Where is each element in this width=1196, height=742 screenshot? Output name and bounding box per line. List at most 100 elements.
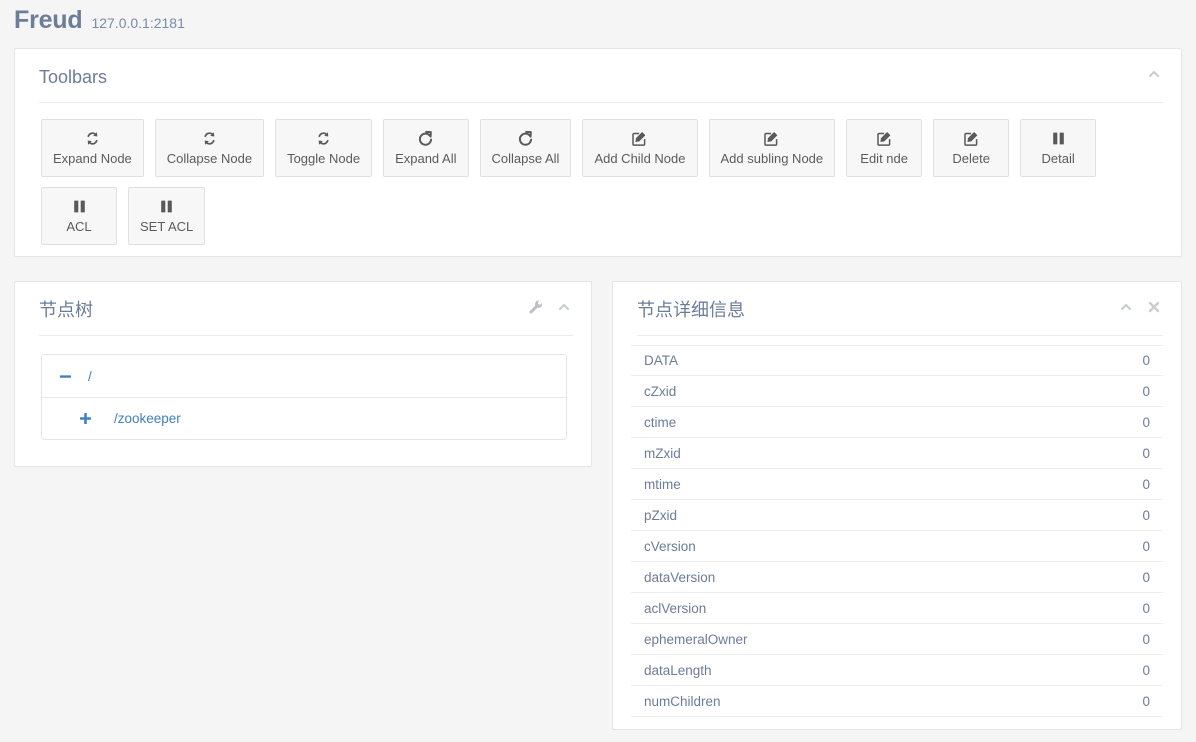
toolbar-button-label: Collapse Node (167, 152, 252, 166)
sync-icon (84, 130, 101, 147)
toolbars-panel-title: Toolbars (39, 65, 1163, 89)
detail-value: 0 (1142, 601, 1150, 616)
tree-node-label: /zookeeper (114, 411, 181, 426)
node-tree-panel-divider (39, 335, 573, 336)
detail-value: 0 (1142, 694, 1150, 709)
toolbar-button-collapse-node[interactable]: Collapse Node (155, 119, 264, 177)
detail-key: pZxid (644, 508, 677, 523)
server-address: 127.0.0.1:2181 (91, 15, 184, 31)
node-tree-panel-header: 节点树 (15, 282, 591, 336)
table-row: pZxid 0 (631, 500, 1163, 531)
toolbar-button-delete[interactable]: Delete (933, 119, 1009, 177)
node-tree-panel-tools (529, 300, 571, 314)
detail-key: mtime (644, 477, 681, 492)
detail-key: cVersion (644, 539, 696, 554)
node-detail-panel-divider (637, 335, 1163, 336)
redo-icon (517, 130, 534, 147)
table-row: cZxid0 (631, 376, 1163, 407)
sync-icon (201, 130, 218, 147)
table-row: aclVersion 0 (631, 593, 1163, 624)
toolbars-panel-header: Toolbars (15, 49, 1181, 103)
detail-key: DATA (644, 353, 678, 368)
node-detail-panel-header: 节点详细信息 (613, 282, 1181, 336)
toolbar-button-label: Detail (1042, 152, 1075, 166)
detail-value: 0 (1142, 384, 1150, 399)
toolbar-button-label: Collapse All (492, 152, 560, 166)
chevron-up-icon[interactable] (557, 300, 571, 314)
toolbar-button-label: Expand All (395, 152, 456, 166)
table-row: mtime 0 (631, 469, 1163, 500)
node-tree: / /zookeeper (41, 354, 567, 440)
chevron-up-icon[interactable] (1147, 67, 1161, 81)
edit-square-icon (876, 130, 893, 147)
table-row: DATA 0 (631, 345, 1163, 376)
close-icon[interactable] (1147, 300, 1161, 314)
table-row: dataVersion 0 (631, 562, 1163, 593)
node-detail-panel-title: 节点详细信息 (637, 298, 1163, 322)
detail-value: 0 (1142, 508, 1150, 523)
table-row: numChildren 0 (631, 686, 1163, 717)
toolbar-button-detail[interactable]: Detail (1020, 119, 1096, 177)
toolbar-button-acl[interactable]: ACL (41, 187, 117, 245)
toolbar-button-label: Add Child Node (594, 152, 685, 166)
toolbar-button-group: Expand Node Collapse Node Toggle Node Expan… (15, 103, 1181, 245)
detail-value: 0 (1142, 446, 1150, 461)
toolbar-button-add-child-node[interactable]: Add Child Node (582, 119, 697, 177)
toolbars-panel-divider (39, 102, 1163, 103)
detail-value: 0 (1142, 570, 1150, 585)
toolbar-button-expand-node[interactable]: Expand Node (41, 119, 144, 177)
toolbar-button-label: Edit nde (860, 152, 908, 166)
chevron-up-icon[interactable] (1119, 300, 1133, 314)
plus-icon[interactable] (79, 412, 92, 425)
node-detail-panel-tools (1119, 300, 1161, 314)
tree-node-label: / (88, 369, 92, 384)
toolbar-button-label: Add subling Node (721, 152, 824, 166)
detail-key: numChildren (644, 694, 721, 709)
detail-key: dataLength (644, 663, 712, 678)
node-tree-panel-title: 节点树 (39, 298, 573, 322)
node-tree-panel: 节点树 / /zookeeper (14, 281, 592, 467)
toolbars-panel: Toolbars Expand Node Collapse Node Toggle … (14, 48, 1182, 257)
detail-key: ephemeralOwner (644, 632, 748, 647)
detail-key: dataVersion (644, 570, 715, 585)
table-row: ctime 0 (631, 407, 1163, 438)
detail-key: mZxid (644, 446, 681, 461)
toolbar-button-label: Delete (952, 152, 990, 166)
node-detail-panel: 节点详细信息 DATA0cZxid0ctime0mZxid0mtime0pZxi… (612, 281, 1182, 730)
pause-icon (71, 198, 88, 215)
detail-value: 0 (1142, 353, 1150, 368)
tree-node-zookeeper[interactable]: /zookeeper (42, 397, 566, 439)
app-header: Freud 127.0.0.1:2181 (0, 0, 1196, 40)
edit-square-icon (763, 130, 780, 147)
toolbar-button-collapse-all[interactable]: Collapse All (480, 119, 572, 177)
table-row: cVersion0 (631, 531, 1163, 562)
detail-key: ctime (644, 415, 676, 430)
pause-icon (158, 198, 175, 215)
table-row: mZxid 0 (631, 438, 1163, 469)
node-detail-list: DATA0cZxid0ctime0mZxid0mtime0pZxid0cVers… (631, 345, 1163, 717)
toolbars-panel-tools (1147, 67, 1161, 81)
toolbar-button-label: ACL (66, 220, 91, 234)
toolbar-button-add-subling-node[interactable]: Add subling Node (709, 119, 836, 177)
detail-value: 0 (1142, 632, 1150, 647)
table-row: ephemeralOwner 0 (631, 624, 1163, 655)
detail-value: 0 (1142, 477, 1150, 492)
toolbar-button-expand-all[interactable]: Expand All (383, 119, 468, 177)
toolbar-button-toggle-node[interactable]: Toggle Node (275, 119, 372, 177)
toolbar-button-set-acl[interactable]: SET ACL (128, 187, 205, 245)
toolbar-button-label: Expand Node (53, 152, 132, 166)
minus-icon[interactable] (59, 370, 72, 383)
app-brand: Freud (14, 6, 82, 35)
toolbar-button-label: SET ACL (140, 220, 193, 234)
detail-key: aclVersion (644, 601, 706, 616)
toolbar-button-edit-nde[interactable]: Edit nde (846, 119, 922, 177)
edit-square-icon (963, 130, 980, 147)
wrench-icon[interactable] (529, 300, 543, 314)
pause-icon (1050, 130, 1067, 147)
detail-value: 0 (1142, 663, 1150, 678)
toolbar-button-label: Toggle Node (287, 152, 360, 166)
redo-icon (417, 130, 434, 147)
detail-value: 0 (1142, 415, 1150, 430)
sync-icon (315, 130, 332, 147)
tree-node-root[interactable]: / (42, 355, 566, 397)
